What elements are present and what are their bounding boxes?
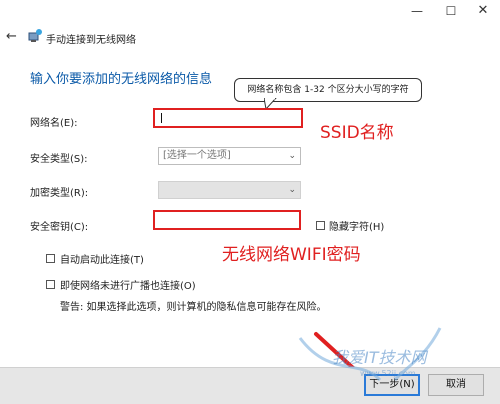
- auto-start-checkbox[interactable]: [46, 254, 55, 263]
- site-watermark: 我爱IT技术网 www.52ij.com: [290, 318, 490, 388]
- minimize-button[interactable]: —: [402, 2, 432, 20]
- maximize-button[interactable]: ☐: [436, 2, 466, 20]
- security-type-select[interactable]: [选择一个选项] ⌄: [158, 147, 301, 165]
- chevron-down-icon: ⌄: [288, 185, 296, 195]
- auto-start-label: 自动启动此连接(T): [60, 255, 144, 266]
- privacy-warning: 警告: 如果选择此选项，则计算机的隐私信息可能存在风险。: [60, 302, 327, 313]
- network-wizard-icon: [28, 28, 42, 44]
- network-name-tooltip: 网络名称包含 1-32 个区分大小写的字符: [234, 78, 422, 102]
- close-button[interactable]: ✕: [468, 2, 498, 20]
- connect-not-broadcast-checkbox[interactable]: [46, 280, 55, 289]
- page-heading: 输入你要添加的无线网络的信息: [30, 72, 213, 87]
- hide-characters-label: 隐藏字符(H): [329, 222, 385, 233]
- chevron-down-icon: ⌄: [288, 151, 296, 161]
- back-arrow-icon[interactable]: ←: [6, 30, 20, 44]
- security-key-input[interactable]: [153, 210, 301, 230]
- hide-characters-checkbox[interactable]: [316, 221, 325, 230]
- connect-not-broadcast-label: 即使网络未进行广播也连接(O): [60, 281, 196, 292]
- wifi-password-annotation: 无线网络WIFI密码: [222, 245, 361, 265]
- encryption-type-select[interactable]: ⌄: [158, 181, 301, 199]
- security-type-value: [选择一个选项]: [163, 150, 231, 161]
- encryption-type-label: 加密类型(R):: [30, 188, 89, 199]
- window-title: 手动连接到无线网络: [46, 35, 136, 46]
- network-name-input[interactable]: [153, 108, 303, 128]
- security-key-label: 安全密钥(C):: [30, 222, 89, 233]
- ssid-annotation: SSID名称: [320, 123, 394, 143]
- text-cursor: [161, 113, 162, 123]
- watermark-url: www.52ij.com: [360, 369, 416, 378]
- watermark-text: 我爱IT技术网: [332, 348, 428, 367]
- security-type-label: 安全类型(S):: [30, 154, 88, 165]
- network-name-label: 网络名(E):: [30, 118, 78, 129]
